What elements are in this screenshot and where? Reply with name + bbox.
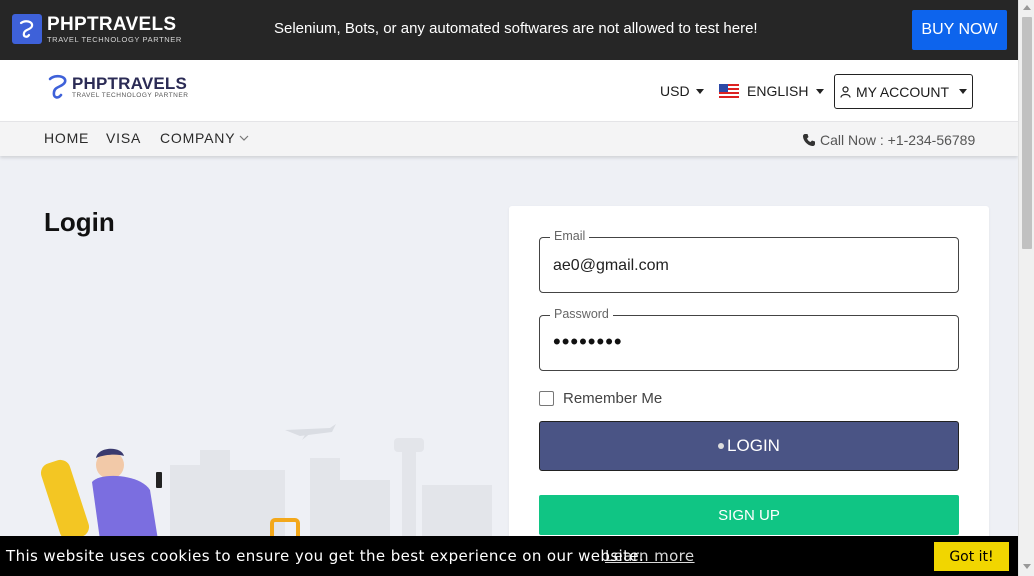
currency-dropdown[interactable]: USD: [660, 83, 704, 99]
header-logo[interactable]: PHPTRAVELS TRAVEL TECHNOLOGY PARTNER: [46, 73, 188, 101]
cookie-message: This website uses cookies to ensure you …: [6, 547, 645, 565]
remember-me-checkbox[interactable]: [539, 391, 554, 406]
my-account-dropdown[interactable]: MY ACCOUNT: [834, 74, 973, 109]
top-logo-name: PHPTRAVELS: [47, 13, 177, 35]
nav-company-label: COMPANY: [160, 130, 236, 146]
login-button[interactable]: LOGIN: [539, 421, 959, 471]
scroll-up-arrow-icon[interactable]: [1023, 5, 1031, 10]
loading-dot-icon: [718, 443, 725, 449]
nav-home[interactable]: HOME: [44, 130, 89, 146]
scroll-thumb[interactable]: [1022, 17, 1032, 249]
signup-button[interactable]: SIGN UP: [539, 495, 959, 535]
nav-company[interactable]: COMPANY: [160, 130, 249, 146]
header-logo-tagline: TRAVEL TECHNOLOGY PARTNER: [72, 91, 189, 99]
site-header: PHPTRAVELS TRAVEL TECHNOLOGY PARTNER USD…: [0, 60, 1018, 121]
language-label: ENGLISH: [747, 83, 809, 99]
user-icon: [840, 85, 851, 98]
main-nav: HOME VISA COMPANY Call Now : +1-234-5678…: [0, 121, 1018, 156]
nav-visa[interactable]: VISA: [106, 130, 141, 146]
phone-icon: [803, 134, 815, 146]
chevron-down-icon: [239, 135, 249, 141]
learn-more-link[interactable]: Learn more: [605, 547, 695, 565]
login-card: Email ae0@gmail.com Password •••••••• Re…: [509, 206, 989, 546]
scroll-down-arrow-icon[interactable]: [1023, 564, 1031, 569]
remember-me-label: Remember Me: [563, 390, 663, 407]
buy-now-button[interactable]: BUY NOW: [912, 10, 1007, 50]
top-logo-tagline: TRAVEL TECHNOLOGY PARTNER: [47, 34, 182, 44]
bot-warning-notice: Selenium, Bots, or any automated softwar…: [274, 20, 758, 37]
language-dropdown[interactable]: ENGLISH: [719, 83, 825, 99]
email-field[interactable]: Email ae0@gmail.com: [539, 229, 959, 293]
call-now-text: Call Now : +1-234-56789: [820, 132, 976, 148]
remember-me[interactable]: Remember Me: [539, 390, 662, 407]
page-title: Login: [44, 207, 115, 237]
got-it-button[interactable]: Got it!: [934, 542, 1009, 571]
my-account-label: MY ACCOUNT: [855, 83, 950, 100]
login-button-label: LOGIN: [727, 436, 780, 455]
cookie-banner: This website uses cookies to ensure you …: [0, 536, 1018, 576]
chevron-down-icon: [959, 89, 968, 94]
top-banner: PHPTRAVELS TRAVEL TECHNOLOGY PARTNER Sel…: [0, 0, 1018, 60]
call-now[interactable]: Call Now : +1-234-56789: [802, 132, 975, 148]
currency-label: USD: [660, 83, 690, 99]
logo-mark-icon: [48, 74, 67, 99]
header-logo-name: PHPTRAVELS: [72, 73, 188, 93]
chevron-down-icon: [816, 88, 825, 94]
travel-illustration: [40, 424, 492, 540]
email-input[interactable]: ae0@gmail.com: [553, 257, 669, 275]
password-label: Password: [550, 307, 613, 321]
password-input[interactable]: ••••••••: [553, 329, 623, 355]
chevron-down-icon: [695, 88, 704, 94]
email-label: Email: [550, 229, 590, 243]
password-field[interactable]: Password ••••••••: [539, 307, 959, 371]
us-flag-icon: [719, 84, 739, 98]
logo-mark-icon: [12, 14, 42, 44]
page-scrollbar[interactable]: [1018, 0, 1034, 576]
top-logo[interactable]: PHPTRAVELS TRAVEL TECHNOLOGY PARTNER: [12, 14, 182, 44]
